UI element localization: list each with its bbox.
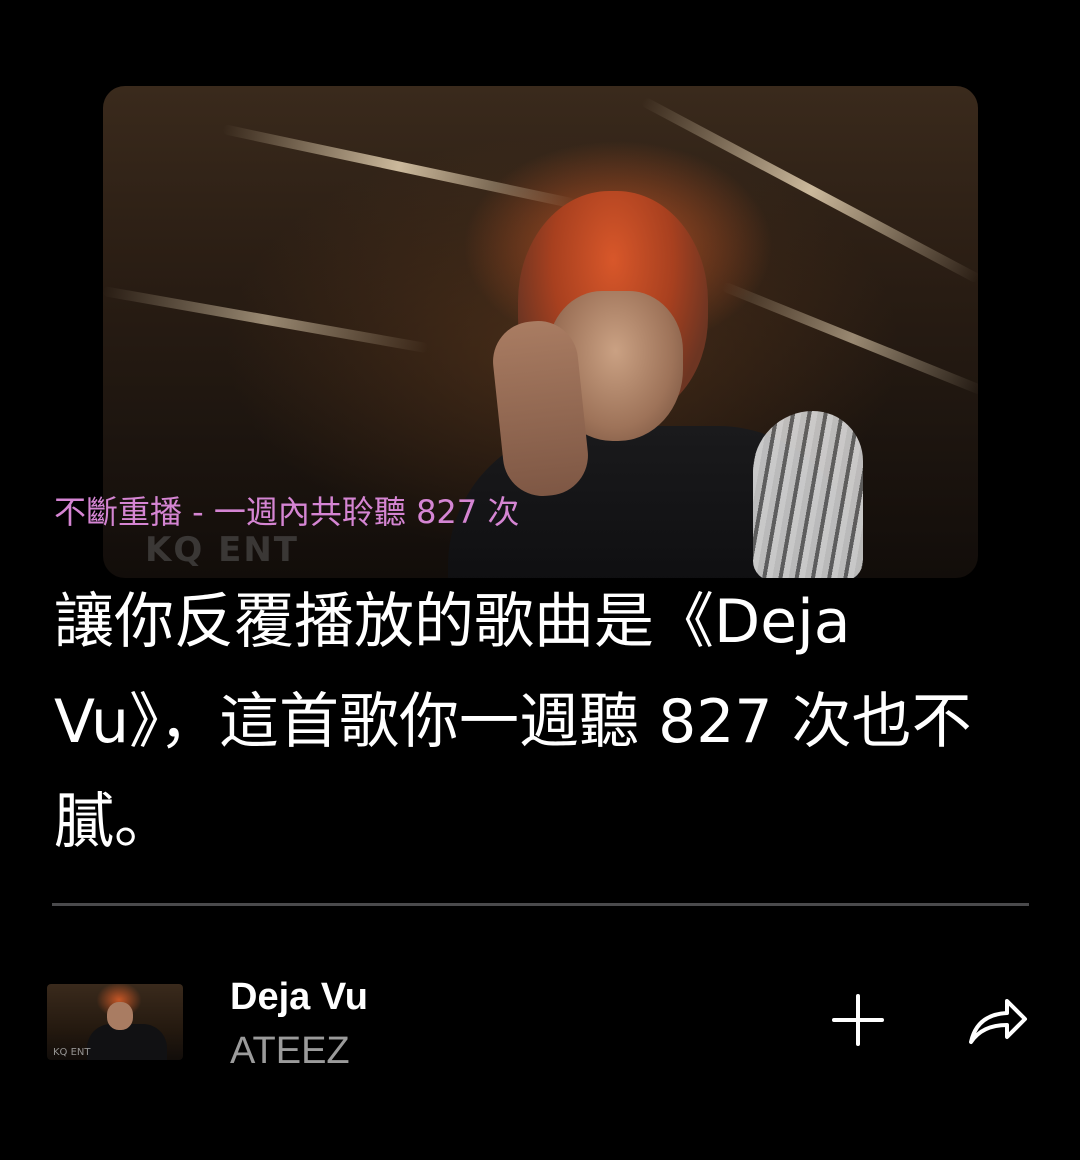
recap-headline: 讓你反覆播放的歌曲是《Deja Vu》，這首歌你一週聽 827 次也不膩。: [54, 587, 972, 857]
ceiling-light: [221, 124, 577, 209]
thumb-figure-face: [107, 1002, 133, 1030]
recap-subtitle: 不斷重播 - 一週內共聆聽 827 次: [54, 493, 520, 531]
divider: [52, 903, 1029, 906]
artist-figure-shoulder: [753, 411, 863, 578]
track-thumbnail[interactable]: KQ ENT: [47, 984, 183, 1060]
ceiling-light: [103, 286, 429, 354]
share-arrow-icon: [969, 999, 1027, 1044]
add-button[interactable]: [826, 988, 890, 1052]
plus-icon: [832, 994, 884, 1046]
thumb-figure-body: [87, 1024, 167, 1060]
label-watermark: KQ ENT: [145, 530, 299, 570]
share-button[interactable]: [966, 988, 1030, 1052]
thumb-watermark: KQ ENT: [53, 1047, 91, 1058]
track-title[interactable]: Deja Vu: [230, 974, 368, 1020]
track-artist[interactable]: ATEEZ: [230, 1028, 350, 1074]
ceiling-light: [721, 281, 978, 396]
